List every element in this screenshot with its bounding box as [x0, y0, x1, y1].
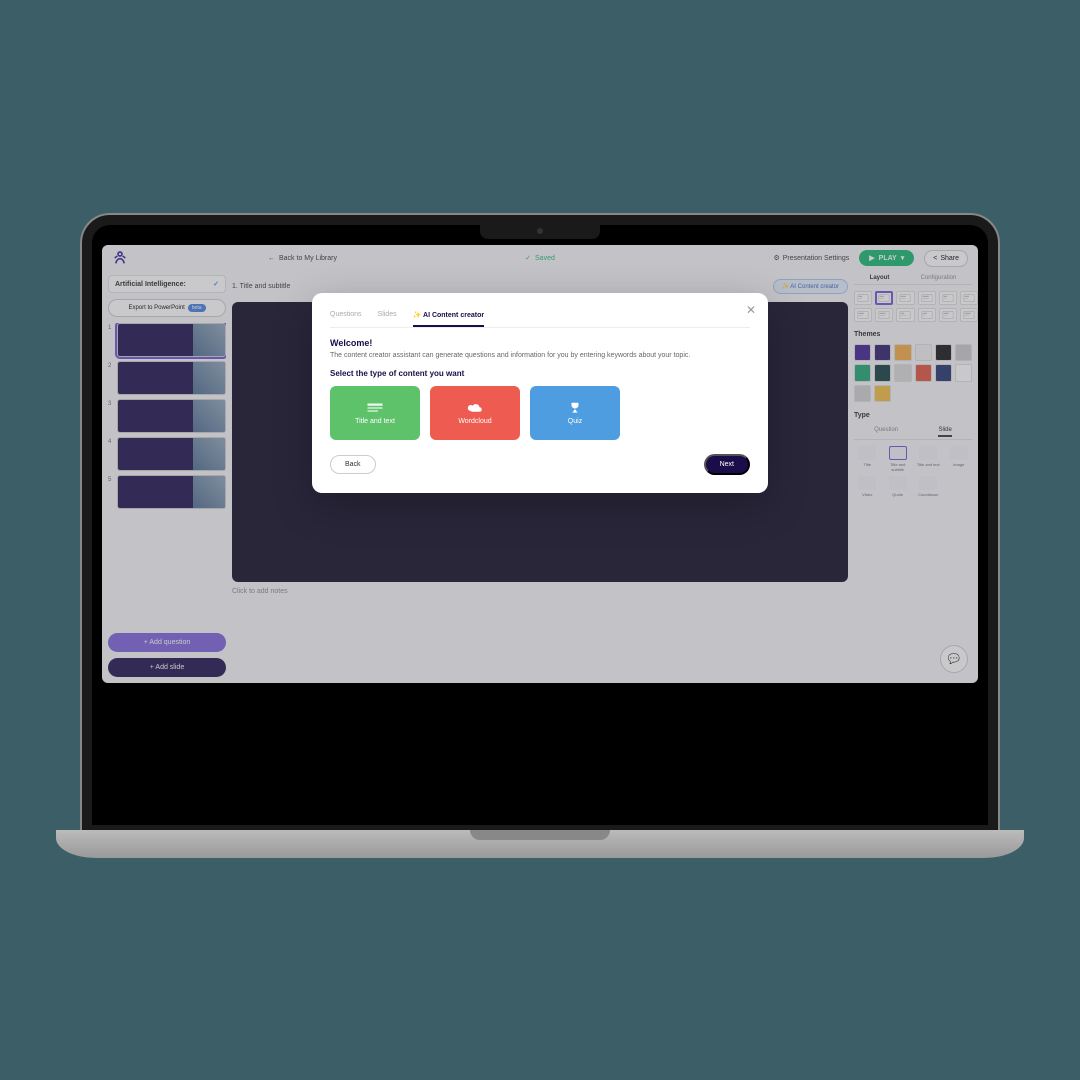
option-label: Wordcloud: [458, 418, 491, 425]
modal-backdrop[interactable]: ✕ Questions Slides ✨ AI Content creator …: [102, 245, 978, 683]
modal-actions: Back Next: [330, 454, 750, 475]
tab-ai-content-creator[interactable]: ✨ AI Content creator: [413, 307, 484, 327]
tab-questions[interactable]: Questions: [330, 307, 362, 327]
select-type-label: Select the type of content you want: [330, 369, 750, 378]
option-wordcloud[interactable]: Wordcloud: [430, 386, 520, 440]
modal-heading: Welcome!: [330, 338, 750, 348]
option-title-and-text[interactable]: Title and text: [330, 386, 420, 440]
next-button[interactable]: Next: [704, 454, 750, 475]
cloud-icon: [466, 402, 484, 414]
option-quiz[interactable]: Quiz: [530, 386, 620, 440]
title-text-icon: [366, 402, 384, 414]
laptop-base: [56, 830, 1024, 858]
laptop-frame: ← Back to My Library ✓ Saved ⚙ Presentat…: [82, 215, 998, 835]
close-icon[interactable]: ✕: [746, 303, 756, 317]
modal-description: The content creator assistant can genera…: [330, 352, 750, 359]
option-label: Quiz: [568, 418, 582, 425]
content-type-options: Title and text Wordcloud Quiz: [330, 386, 750, 440]
app-screen: ← Back to My Library ✓ Saved ⚙ Presentat…: [102, 245, 978, 683]
tab-slides[interactable]: Slides: [378, 307, 397, 327]
laptop-notch: [480, 225, 600, 239]
ai-content-creator-modal: ✕ Questions Slides ✨ AI Content creator …: [312, 293, 768, 493]
camera-icon: [537, 228, 543, 234]
option-label: Title and text: [355, 418, 395, 425]
trophy-icon: [566, 402, 584, 414]
modal-tabs: Questions Slides ✨ AI Content creator: [330, 307, 750, 328]
back-button[interactable]: Back: [330, 455, 376, 474]
